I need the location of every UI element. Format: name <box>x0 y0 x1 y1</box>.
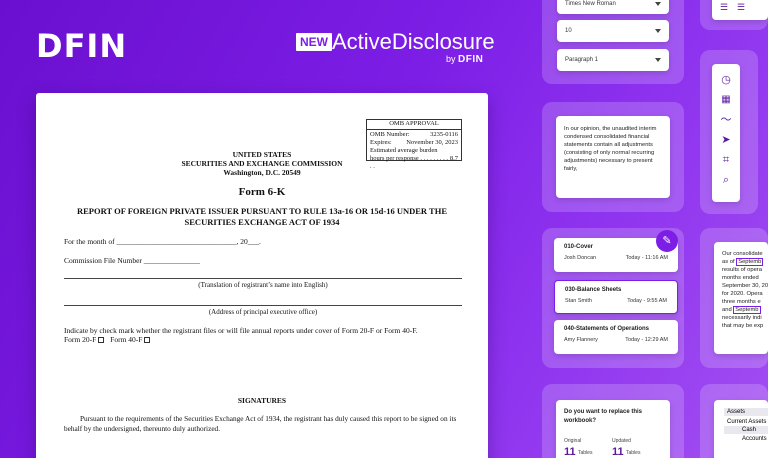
month-line: For the month of _______________________… <box>64 237 261 246</box>
replace-workbook-card: Do you want to replace this workbook? Or… <box>556 400 670 458</box>
format-panel: Times New Roman 10 Paragraph 1 <box>542 0 684 84</box>
comment-card[interactable]: In our opinion, the unaudited interim co… <box>556 116 670 198</box>
history-item[interactable]: 040-Statements of Operations Amy Flanner… <box>554 320 678 354</box>
checkbox[interactable] <box>144 337 151 344</box>
indicate-line: Indicate by check mark whether the regis… <box>64 326 418 335</box>
assets-panel: Assets Current Assets Cash Accounts <box>700 384 768 458</box>
form-title: Form 6-K <box>238 186 286 198</box>
caption-name: (Translation of registrant’s name into E… <box>198 281 328 289</box>
form-checkboxes: Form 20-F Form 40-F <box>64 335 151 344</box>
text-preview-panel: Our consolidate as of Septemb results of… <box>700 228 768 368</box>
align-panel: ☰ ☰ <box>700 0 768 30</box>
signatures-heading: SIGNATURES <box>237 396 287 405</box>
crop-icon[interactable]: ⌗ <box>719 153 733 167</box>
dfin-logo: DFIN <box>36 27 128 65</box>
new-badge: NEW <box>296 33 332 51</box>
search-icon[interactable]: ⌕ <box>719 173 733 187</box>
file-number-line: Commission File Number _______________ <box>64 256 201 265</box>
text-preview-card: Our consolidate as of Septemb results of… <box>714 242 768 354</box>
tool-panel: ◷ ▦ 〜 ➤ ⌗ ⌕ <box>700 50 758 214</box>
align-left-icon[interactable]: ☰ <box>717 0 731 14</box>
calendar-icon[interactable]: ▦ <box>719 93 733 107</box>
caption-address: (Address of principal executive office) <box>208 308 318 316</box>
replace-workbook-panel: Do you want to replace this workbook? Or… <box>542 384 684 458</box>
align-center-icon[interactable]: ☰ <box>734 0 748 14</box>
version-history-panel: 010-Cover Josh Doncan Today - 11:16 AM 03… <box>542 228 684 368</box>
tool-strip: ◷ ▦ 〜 ➤ ⌗ ⌕ <box>712 64 740 202</box>
clock-icon[interactable]: ◷ <box>719 73 733 87</box>
paragraph-style-select[interactable]: Paragraph 1 <box>557 49 669 71</box>
header-line: Washington, D.C. 20549 <box>223 168 301 177</box>
product-name: ActiveDisclosure <box>332 29 495 54</box>
form-6k-document[interactable]: OMB APPROVAL OMB Number: 3235-0116 Expire… <box>36 93 488 458</box>
assets-card: Assets Current Assets Cash Accounts <box>714 400 768 458</box>
edit-pencil-icon[interactable]: ✎ <box>656 230 678 252</box>
rule <box>64 305 462 306</box>
caret-down-icon <box>655 2 661 6</box>
caret-down-icon <box>655 58 661 62</box>
rule <box>64 278 462 279</box>
by-dfin: by DFIN <box>446 54 484 65</box>
caret-down-icon <box>655 29 661 33</box>
history-item-selected[interactable]: 030-Balance Sheets Stan Smith Today - 9:5… <box>554 280 678 314</box>
checkbox[interactable] <box>98 337 105 344</box>
comment-text: In our opinion, the unaudited interim co… <box>564 126 657 172</box>
font-family-select[interactable]: Times New Roman <box>557 0 669 14</box>
trend-icon[interactable]: 〜 <box>719 113 733 127</box>
align-toolbar: ☰ ☰ <box>712 0 768 20</box>
report-title: REPORT OF FOREIGN PRIVATE ISSUER PURSUAN… <box>77 206 447 227</box>
header-line: SECURITIES AND EXCHANGE COMMISSION <box>181 159 343 168</box>
signatures-text: Pursuant to the requirements of the Secu… <box>64 414 457 433</box>
send-icon[interactable]: ➤ <box>719 133 733 147</box>
font-size-select[interactable]: 10 <box>557 20 669 42</box>
comment-panel: In our opinion, the unaudited interim co… <box>542 102 684 212</box>
header-line: UNITED STATES <box>232 150 292 159</box>
replace-question: Do you want to replace this workbook? <box>564 409 643 424</box>
activedisclosure-logo: NEW ActiveDisclosure by DFIN <box>296 30 495 70</box>
